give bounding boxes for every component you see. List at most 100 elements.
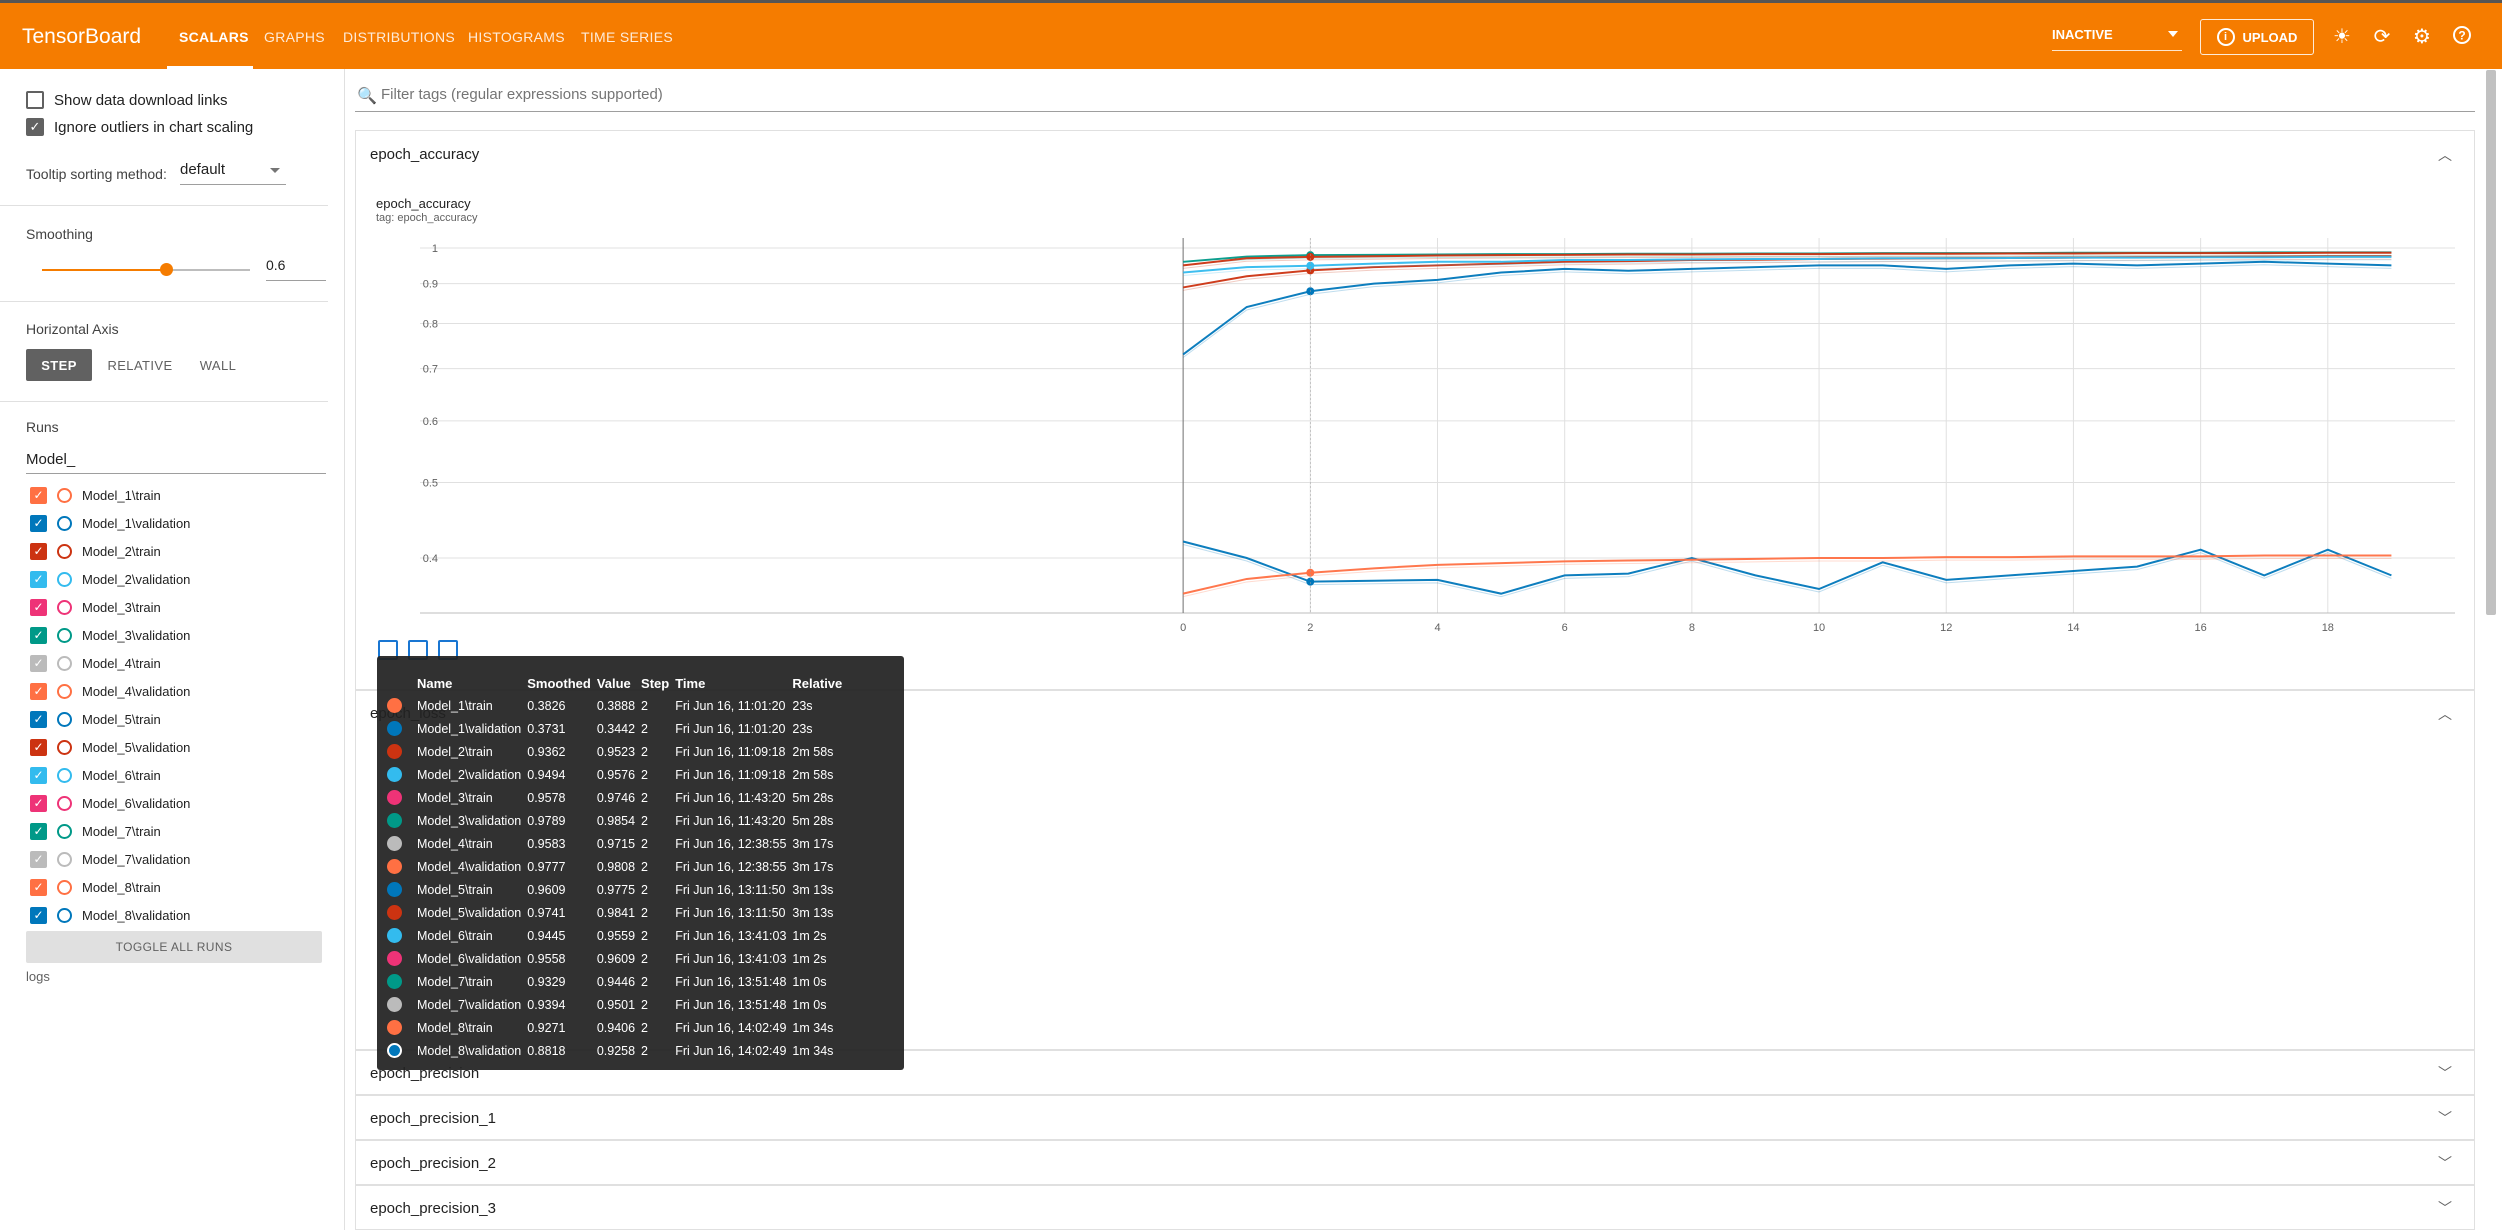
chart-title: epoch_accuracy bbox=[376, 196, 471, 211]
run-checkbox[interactable]: ✓ bbox=[30, 822, 47, 840]
series-raw-line bbox=[1182, 544, 2392, 598]
tab-distributions[interactable]: DISTRIBUTIONS bbox=[343, 29, 455, 45]
tooltip-row: Model_3\train 0.9578 0.9746 2 Fri Jun 16, 11… bbox=[387, 786, 848, 809]
upload-button[interactable]: i UPLOAD bbox=[2200, 19, 2314, 55]
card-epoch-precision-1[interactable]: epoch_precision_1 ﹀ bbox=[355, 1095, 2475, 1140]
runs-filter-input[interactable]: Model_ bbox=[26, 448, 326, 474]
run-item[interactable]: ✓ Model_5\validation bbox=[30, 736, 190, 758]
run-item[interactable]: ✓ Model_3\validation bbox=[30, 624, 190, 646]
run-item[interactable]: ✓ Model_6\train bbox=[30, 764, 161, 786]
smoothing-slider-thumb[interactable] bbox=[160, 263, 173, 276]
axis-step-button[interactable]: STEP bbox=[26, 349, 92, 381]
gear-icon[interactable]: ⚙ bbox=[2410, 25, 2434, 49]
run-item[interactable]: ✓ Model_4\train bbox=[30, 652, 161, 674]
run-color-circle-icon[interactable] bbox=[57, 599, 72, 615]
tooltip-cell-name: Model_4\validation bbox=[417, 859, 522, 874]
run-color-circle-icon[interactable] bbox=[57, 683, 72, 699]
run-color-circle-icon[interactable] bbox=[57, 655, 72, 671]
show-download-links-checkbox[interactable]: Show data download links bbox=[26, 91, 227, 109]
run-color-circle-icon[interactable] bbox=[57, 907, 72, 923]
accuracy-chart[interactable]: 0 2 4 6 8 10 12 14 16 18 0.4 0.5 0.6 0.7 0.8 0.9 1 bbox=[355, 228, 2475, 648]
run-checkbox[interactable]: ✓ bbox=[30, 654, 47, 672]
run-color-circle-icon[interactable] bbox=[57, 795, 72, 811]
run-color-circle-icon[interactable] bbox=[57, 515, 72, 531]
tooltip-sorting-select[interactable]: default bbox=[180, 161, 286, 185]
run-checkbox[interactable]: ✓ bbox=[30, 906, 47, 924]
ignore-outliers-checkbox[interactable]: ✓ Ignore outliers in chart scaling bbox=[26, 118, 253, 136]
run-checkbox[interactable]: ✓ bbox=[30, 514, 47, 532]
theme-toggle-icon[interactable]: ☀ bbox=[2330, 25, 2354, 49]
run-checkbox[interactable]: ✓ bbox=[30, 710, 47, 728]
checkbox-empty-icon[interactable] bbox=[26, 91, 44, 109]
run-color-circle-icon[interactable] bbox=[57, 739, 72, 755]
chevron-down-icon[interactable]: ﹀ bbox=[2438, 1108, 2452, 1128]
reload-icon[interactable]: ⟳ bbox=[2370, 25, 2394, 49]
tab-time-series[interactable]: TIME SERIES bbox=[581, 29, 673, 45]
tooltip-cell-relative: 1m 34s bbox=[792, 1020, 834, 1035]
tooltip-row: Model_5\train 0.9609 0.9775 2 Fri Jun 16, 13… bbox=[387, 878, 848, 901]
page-scrollbar[interactable] bbox=[2486, 70, 2496, 615]
tooltip-cell-smoothed: 0.9583 bbox=[527, 836, 566, 851]
run-color-circle-icon[interactable] bbox=[57, 543, 72, 559]
smoothing-input[interactable]: 0.6 bbox=[266, 257, 326, 281]
tooltip-cell-smoothed: 0.9609 bbox=[527, 882, 566, 897]
run-name: Model_4\train bbox=[82, 655, 161, 671]
run-color-circle-icon[interactable] bbox=[57, 627, 72, 643]
series-dot-icon bbox=[387, 882, 402, 898]
run-item[interactable]: ✓ Model_7\validation bbox=[30, 848, 190, 870]
run-checkbox[interactable]: ✓ bbox=[30, 598, 47, 616]
run-checkbox[interactable]: ✓ bbox=[30, 738, 47, 756]
axis-wall-button[interactable]: WALL bbox=[188, 349, 248, 381]
tooltip-cell-relative: 3m 13s bbox=[792, 882, 834, 897]
run-color-circle-icon[interactable] bbox=[57, 571, 72, 587]
tab-histograms[interactable]: HISTOGRAMS bbox=[468, 29, 565, 45]
run-checkbox[interactable]: ✓ bbox=[30, 626, 47, 644]
chevron-up-icon[interactable]: ︿ bbox=[2438, 145, 2452, 165]
chevron-down-icon[interactable]: ﹀ bbox=[2438, 1198, 2452, 1218]
run-checkbox[interactable]: ✓ bbox=[30, 850, 47, 868]
run-color-circle-icon[interactable] bbox=[57, 487, 72, 503]
run-color-circle-icon[interactable] bbox=[57, 879, 72, 895]
tab-graphs[interactable]: GRAPHS bbox=[264, 29, 325, 45]
inactive-plugins-select[interactable]: INACTIVE bbox=[2052, 21, 2182, 51]
checkbox-checked-icon[interactable]: ✓ bbox=[26, 118, 44, 136]
show-download-links-label: Show data download links bbox=[54, 91, 228, 109]
run-item[interactable]: ✓ Model_2\validation bbox=[30, 568, 190, 590]
run-checkbox[interactable]: ✓ bbox=[30, 542, 47, 560]
run-checkbox[interactable]: ✓ bbox=[30, 682, 47, 700]
axis-relative-button[interactable]: RELATIVE bbox=[100, 349, 180, 381]
run-item[interactable]: ✓ Model_1\validation bbox=[30, 512, 190, 534]
card-epoch-precision-2[interactable]: epoch_precision_2 ﹀ bbox=[355, 1140, 2475, 1185]
run-color-circle-icon[interactable] bbox=[57, 823, 72, 839]
chevron-down-icon[interactable]: ﹀ bbox=[2438, 1063, 2452, 1083]
chevron-up-icon[interactable]: ︿ bbox=[2438, 704, 2452, 724]
tooltip-row: Model_4\validation 0.9777 0.9808 2 Fri Jun 1… bbox=[387, 855, 848, 878]
run-item[interactable]: ✓ Model_4\validation bbox=[30, 680, 190, 702]
run-item[interactable]: ✓ Model_8\validation bbox=[30, 904, 190, 926]
x-tick-label: 0 bbox=[1180, 622, 1186, 634]
run-checkbox[interactable]: ✓ bbox=[30, 766, 47, 784]
card-epoch-precision-3[interactable]: epoch_precision_3 ﹀ bbox=[355, 1185, 2475, 1230]
run-item[interactable]: ✓ Model_7\train bbox=[30, 820, 161, 842]
run-color-circle-icon[interactable] bbox=[57, 711, 72, 727]
run-color-circle-icon[interactable] bbox=[57, 851, 72, 867]
run-item[interactable]: ✓ Model_2\train bbox=[30, 540, 161, 562]
card-title[interactable]: epoch_accuracy bbox=[370, 146, 479, 163]
run-item[interactable]: ✓ Model_6\validation bbox=[30, 792, 190, 814]
run-item[interactable]: ✓ Model_5\train bbox=[30, 708, 161, 730]
run-color-circle-icon[interactable] bbox=[57, 767, 72, 783]
run-checkbox[interactable]: ✓ bbox=[30, 570, 47, 588]
run-checkbox[interactable]: ✓ bbox=[30, 794, 47, 812]
tag-filter-input[interactable]: 🔍 Filter tags (regular expressions suppo… bbox=[355, 84, 2475, 112]
app-brand[interactable]: TensorBoard bbox=[22, 25, 141, 49]
run-checkbox[interactable]: ✓ bbox=[30, 486, 47, 504]
help-icon[interactable]: ? bbox=[2450, 25, 2474, 49]
run-item[interactable]: ✓ Model_3\train bbox=[30, 596, 161, 618]
run-item[interactable]: ✓ Model_1\train bbox=[30, 484, 161, 506]
series-dot-icon bbox=[387, 721, 402, 737]
run-checkbox[interactable]: ✓ bbox=[30, 878, 47, 896]
tab-scalars[interactable]: SCALARS bbox=[179, 29, 249, 45]
toggle-all-runs-button[interactable]: TOGGLE ALL RUNS bbox=[26, 931, 322, 963]
chevron-down-icon[interactable]: ﹀ bbox=[2438, 1153, 2452, 1173]
run-item[interactable]: ✓ Model_8\train bbox=[30, 876, 161, 898]
